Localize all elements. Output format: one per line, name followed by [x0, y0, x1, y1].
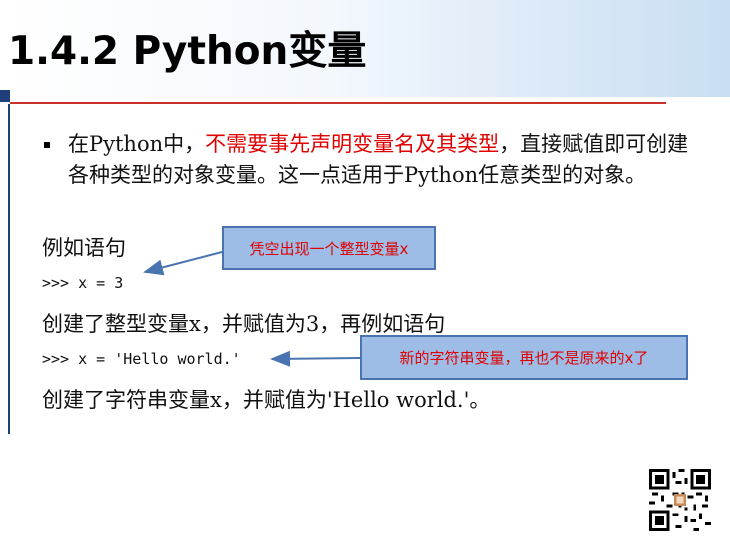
arrow-to-code-2 — [270, 350, 361, 367]
callout-arrows — [143, 251, 361, 367]
arrow-to-code-1 — [143, 251, 223, 276]
qr-code-icon — [649, 469, 711, 531]
